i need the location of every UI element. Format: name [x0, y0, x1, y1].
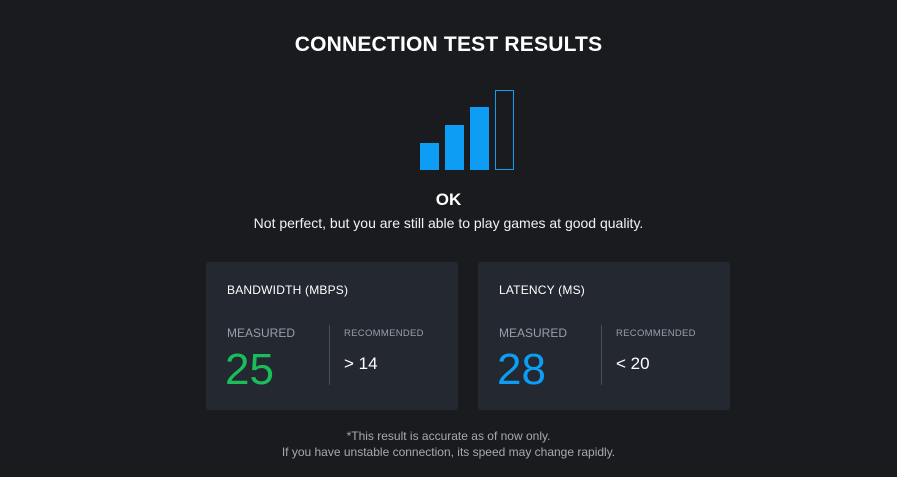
bandwidth-recommended-value: > 14 — [344, 354, 378, 373]
latency-measured-label: MEASURED — [499, 326, 568, 340]
signal-bar-1 — [420, 143, 439, 170]
latency-recommended-value: < 20 — [616, 354, 650, 373]
bandwidth-measured-value: 25 — [225, 345, 274, 394]
signal-bar-4 — [495, 90, 514, 170]
signal-bar-3 — [470, 107, 489, 170]
status-label: OK — [435, 190, 462, 209]
page-title: CONNECTION TEST RESULTS — [294, 33, 603, 56]
latency-title: LATENCY (MS) — [499, 283, 585, 297]
signal-bar-2 — [445, 125, 464, 170]
connection-test-page: CONNECTION TEST RESULTS OK Not perfect, … — [0, 0, 897, 477]
status-description: Not perfect, but you are still able to p… — [253, 215, 644, 231]
bandwidth-recommended-label: RECOMMENDED — [344, 328, 424, 339]
latency-recommended-label: RECOMMENDED — [616, 328, 696, 339]
latency-measured-value: 28 — [497, 345, 546, 394]
footnote-line-1: *This result is accurate as of now only. — [346, 429, 551, 443]
bandwidth-card: BANDWIDTH (MBPS) MEASURED 25 RECOMMENDED… — [206, 262, 458, 410]
bandwidth-measured-label: MEASURED — [227, 326, 296, 340]
latency-card: LATENCY (MS) MEASURED 28 RECOMMENDED < 2… — [478, 262, 730, 410]
latency-divider — [601, 325, 602, 385]
bandwidth-divider — [329, 325, 330, 385]
signal-strength-icon — [420, 90, 516, 170]
footnote: *This result is accurate as of now only.… — [0, 428, 897, 460]
bandwidth-title: BANDWIDTH (MBPS) — [227, 283, 349, 297]
footnote-line-2: If you have unstable connection, its spe… — [281, 445, 616, 459]
